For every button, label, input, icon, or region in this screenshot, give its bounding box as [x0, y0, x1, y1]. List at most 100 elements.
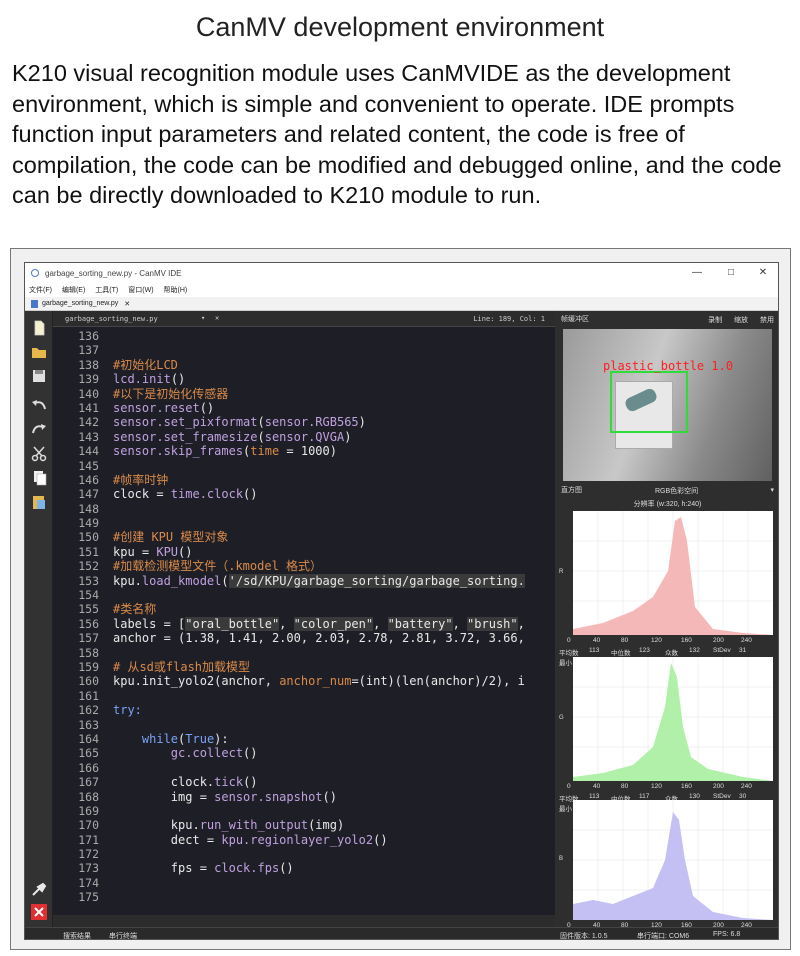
code-token: True: [185, 731, 215, 746]
cut-icon[interactable]: [29, 445, 49, 463]
detection-label: plastic_bottle 1.0: [603, 359, 734, 373]
code-token: #初始化LCD: [113, 357, 178, 372]
stat-label: StDev: [713, 647, 731, 654]
chevron-down-icon[interactable]: ▾: [201, 314, 205, 322]
menu-window[interactable]: 窗口(W): [128, 285, 153, 295]
color-space-select[interactable]: RGB色彩空间: [655, 486, 698, 496]
line-number: 138: [78, 357, 99, 372]
copy-icon[interactable]: [29, 469, 49, 487]
code-token: sensor.snapshot: [214, 789, 323, 804]
menu-help[interactable]: 帮助(H): [164, 285, 188, 295]
x-tick-label: 120: [651, 783, 662, 790]
x-tick-label: 80: [621, 783, 629, 790]
app-logo-icon: [31, 269, 39, 277]
code-line: kpu.run_with_output(img): [113, 818, 553, 832]
stat-label: 众数: [665, 650, 678, 657]
window-titlebar: garbage_sorting_new.py - CanMV IDE — □ ✕: [25, 263, 778, 283]
firmware-version: 固件版本: 1.0.5: [560, 933, 608, 940]
code-token: kpu.: [113, 818, 200, 833]
chevron-down-icon[interactable]: ▾: [770, 486, 774, 494]
stop-icon[interactable]: [29, 903, 49, 921]
code-line: #创建 KPU 模型对象: [113, 530, 553, 544]
code-line: kpu.load_kmodel('/sd/KPU/garbage_sorting…: [113, 573, 553, 588]
file-tab-bar: garbage_sorting_new.py ✕: [25, 297, 778, 311]
detection-box: [610, 371, 688, 433]
stat-value: 113: [589, 793, 600, 800]
paste-icon[interactable]: [29, 493, 49, 511]
record-button[interactable]: 录制: [708, 317, 722, 324]
disable-button[interactable]: 禁用: [760, 317, 774, 324]
stat-value: 130: [689, 793, 700, 800]
file-tab[interactable]: garbage_sorting_new.py: [42, 300, 118, 307]
maximize-button[interactable]: □: [721, 267, 741, 278]
horizontal-scrollbar[interactable]: [53, 915, 555, 927]
code-token: =(int)(len(anchor)/2), i: [351, 674, 525, 689]
status-bar: 搜索结果 串行终端 固件版本: 1.0.5 串行端口: COM6 FPS: 6.…: [25, 927, 778, 940]
code-token: (): [243, 487, 258, 502]
line-number: 164: [78, 731, 99, 746]
redo-icon[interactable]: [29, 421, 49, 439]
editor-header: garbage_sorting_new.py ▾ ✕ Line: 189, Co…: [53, 311, 555, 327]
line-number: 140: [78, 386, 99, 401]
zoom-button[interactable]: 缩放: [734, 317, 748, 324]
code-token: time.clock: [170, 487, 244, 502]
code-token: time: [250, 444, 280, 459]
search-results-tab[interactable]: 搜索结果: [63, 931, 91, 939]
histogram-plot: [573, 511, 773, 635]
close-window-button[interactable]: ✕: [753, 267, 773, 278]
x-tick-label: 80: [621, 637, 629, 644]
code-editor[interactable]: garbage_sorting_new.py ▾ ✕ Line: 189, Co…: [53, 311, 555, 927]
line-number: 147: [78, 487, 99, 502]
line-number: 139: [78, 372, 99, 387]
histogram-title: 直方图: [561, 487, 582, 494]
code-token: run_with_output: [199, 818, 309, 833]
minimize-button[interactable]: —: [687, 267, 707, 278]
x-tick-label: 200: [713, 637, 724, 644]
line-number: 158: [78, 645, 99, 660]
line-number: 162: [78, 703, 99, 718]
code-token: (img): [308, 818, 345, 833]
line-number: 167: [78, 775, 99, 790]
undo-icon[interactable]: [29, 397, 49, 415]
code-token: (: [257, 429, 265, 444]
save-icon[interactable]: [29, 367, 49, 385]
code-token: sensor.QVGA: [264, 429, 345, 444]
code-text[interactable]: #初始化LCD lcd.init() #以下是初始化传感器 sensor.reset(…: [113, 329, 553, 915]
new-file-icon[interactable]: [29, 319, 49, 337]
line-number: 154: [78, 588, 99, 603]
code-line: # 从sd或flash加载模型: [113, 660, 553, 674]
serial-terminal-tab[interactable]: 串行终端: [109, 931, 137, 939]
channel-label: R: [559, 569, 564, 575]
code-token: ): [358, 415, 366, 430]
editor-file-selector[interactable]: garbage_sorting_new.py: [65, 315, 158, 323]
x-tick-label: 160: [681, 637, 692, 644]
menu-tools[interactable]: 工具(T): [95, 285, 118, 295]
editor-close-button[interactable]: ✕: [215, 314, 219, 322]
code-token: "oral_bottle": [185, 616, 280, 631]
code-line: kpu = KPU(): [113, 545, 553, 559]
code-line: while(True):: [113, 732, 553, 746]
line-number-gutter: 136 137 138 139 140 141 142 143 144 145 146 147 148 1…: [53, 329, 105, 915]
line-number: 141: [78, 400, 99, 415]
line-number: 174: [78, 875, 99, 890]
menu-file[interactable]: 文件(F): [29, 285, 52, 295]
code-token: #类名称: [113, 602, 157, 617]
code-token: fps =: [113, 861, 215, 876]
connect-icon[interactable]: [29, 881, 49, 899]
open-folder-icon[interactable]: [29, 343, 49, 361]
menu-edit[interactable]: 编辑(E): [62, 285, 85, 295]
code-token: init_yolo2: [141, 674, 215, 689]
code-token: clock =: [113, 487, 171, 502]
code-token: img =: [113, 789, 215, 804]
code-line: sensor.reset(): [113, 401, 553, 415]
code-token: tick: [214, 775, 244, 790]
line-number: 161: [78, 688, 99, 703]
file-tab-close-button[interactable]: ✕: [124, 300, 130, 308]
stat-label: StDev: [713, 793, 731, 800]
code-token: "color_pen": [293, 616, 374, 631]
